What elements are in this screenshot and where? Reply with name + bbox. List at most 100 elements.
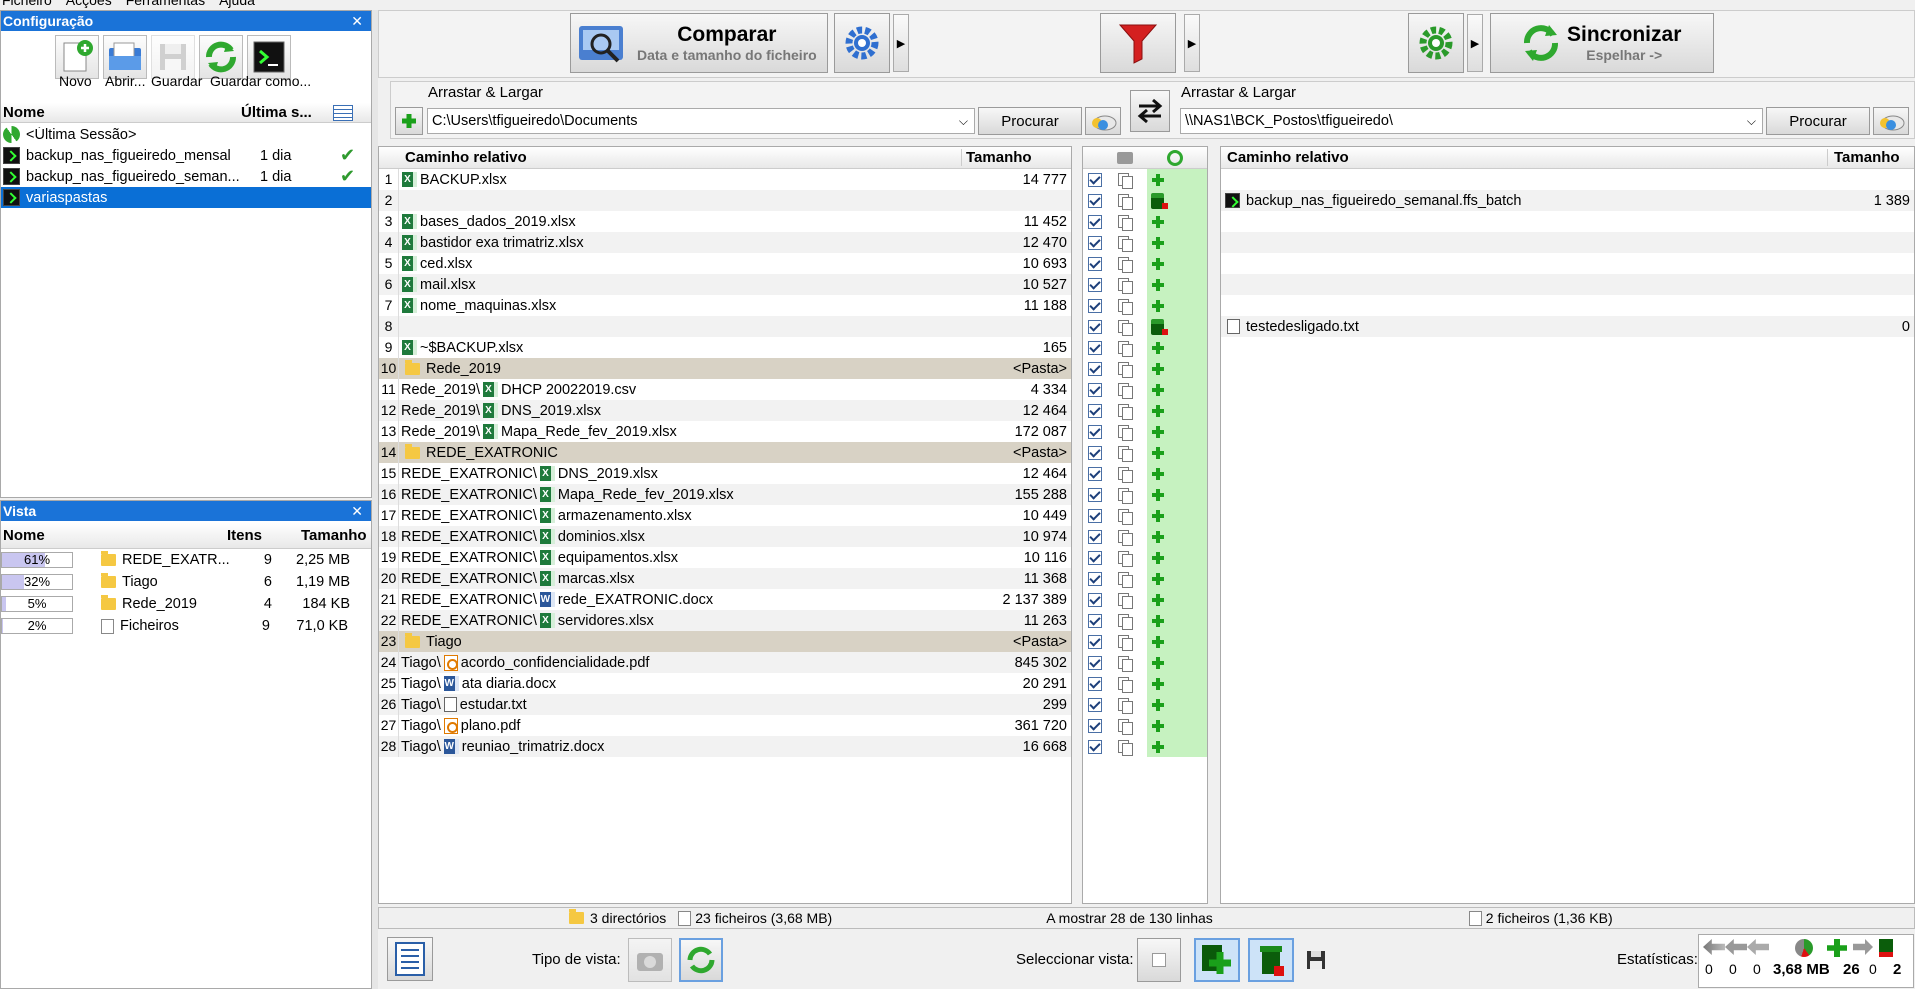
include-checkbox[interactable]: [1088, 508, 1102, 523]
include-checkbox[interactable]: [1088, 529, 1102, 544]
table-row[interactable]: 16 REDE_EXATRONIC\ X Mapa_Rede_fev_2019.xls…: [379, 484, 1071, 505]
table-row[interactable]: [1221, 169, 1914, 190]
include-checkbox[interactable]: [1088, 718, 1102, 733]
create-right-icon[interactable]: [1150, 256, 1166, 272]
create-right-icon[interactable]: [1150, 214, 1166, 230]
menu-ficheiro[interactable]: Ficheiro: [2, 0, 52, 10]
include-checkbox[interactable]: [1088, 550, 1102, 565]
camera-icon[interactable]: [1117, 151, 1133, 164]
table-row[interactable]: 4 Xbastidor exa trimatriz.xlsx 12 470: [379, 232, 1071, 253]
left-folder-input[interactable]: C:\Users\tfigueiredo\Documents ⌵: [427, 108, 975, 134]
close-icon[interactable]: ✕: [351, 11, 363, 31]
compare-menu-arrow[interactable]: ▶: [893, 14, 909, 72]
select-delete-button[interactable]: [1248, 938, 1294, 982]
include-checkbox[interactable]: [1088, 298, 1102, 313]
select-create-button[interactable]: [1194, 938, 1240, 982]
vista-col-size[interactable]: Tamanho: [301, 527, 367, 544]
close-icon[interactable]: ✕: [351, 501, 363, 521]
sync-direction-icon[interactable]: [1167, 149, 1183, 166]
table-row[interactable]: 3 Xbases_dados_2019.xlsx 11 452: [379, 211, 1071, 232]
include-checkbox[interactable]: [1088, 340, 1102, 355]
include-checkbox[interactable]: [1088, 676, 1102, 691]
include-checkbox[interactable]: [1088, 634, 1102, 649]
menu-ajuda[interactable]: Ajuda: [219, 0, 255, 10]
create-right-icon[interactable]: [1150, 697, 1166, 713]
right-col-size[interactable]: Tamanho: [1827, 149, 1900, 166]
left-cloud-button[interactable]: [1085, 107, 1121, 135]
list-view-icon[interactable]: [333, 104, 353, 121]
table-row[interactable]: 24 Tiago\ acordo_confidencialidade.pdf 845 …: [379, 652, 1071, 673]
right-cloud-button[interactable]: [1873, 107, 1909, 135]
table-row[interactable]: 6 Xmail.xlsx 10 527: [379, 274, 1071, 295]
table-row[interactable]: 12 Rede_2019\ X DNS_2019.xlsx 12 464: [379, 400, 1071, 421]
table-row[interactable]: 8: [379, 316, 1071, 337]
include-checkbox[interactable]: [1088, 235, 1102, 250]
create-right-icon[interactable]: [1150, 487, 1166, 503]
compare-button[interactable]: Comparar Data e tamanho do ficheiro: [570, 13, 828, 73]
create-right-icon[interactable]: [1150, 340, 1166, 356]
table-row[interactable]: backup_nas_figueiredo_semanal.ffs_batch 1…: [1221, 190, 1914, 211]
select-equal-button[interactable]: [1137, 938, 1181, 982]
create-right-icon[interactable]: [1150, 508, 1166, 524]
config-list-item[interactable]: variaspastas: [1, 187, 371, 208]
include-checkbox[interactable]: [1088, 193, 1102, 208]
table-row[interactable]: 25 Tiago\ Wata diaria.docx 20 291: [379, 673, 1071, 694]
include-checkbox[interactable]: [1088, 214, 1102, 229]
create-right-icon[interactable]: [1150, 655, 1166, 671]
include-checkbox[interactable]: [1088, 361, 1102, 376]
filter-menu-arrow[interactable]: ▶: [1184, 14, 1200, 72]
table-row[interactable]: 27 Tiago\ plano.pdf 361 720: [379, 715, 1071, 736]
create-right-icon[interactable]: [1150, 550, 1166, 566]
config-view-button[interactable]: [387, 937, 433, 981]
vista-row[interactable]: 32% Tiago 6 1,19 MB: [1, 571, 371, 593]
chevron-down-icon[interactable]: ⌵: [1747, 114, 1756, 129]
table-row[interactable]: 9 X ~$BACKUP.xlsx 165: [379, 337, 1071, 358]
table-row[interactable]: 18 REDE_EXATRONIC\ Xdominios.xlsx 10 974: [379, 526, 1071, 547]
vista-col-name[interactable]: Nome: [1, 527, 227, 544]
create-right-icon[interactable]: [1150, 718, 1166, 734]
create-right-icon[interactable]: [1150, 613, 1166, 629]
create-right-icon[interactable]: [1150, 634, 1166, 650]
include-checkbox[interactable]: [1088, 697, 1102, 712]
swap-sides-button[interactable]: [1130, 90, 1170, 132]
compare-settings-button[interactable]: [834, 13, 890, 73]
include-checkbox[interactable]: [1088, 487, 1102, 502]
include-checkbox[interactable]: [1088, 445, 1102, 460]
create-right-icon[interactable]: [1150, 529, 1166, 545]
create-right-icon[interactable]: [1150, 298, 1166, 314]
chevron-down-icon[interactable]: ⌵: [959, 114, 968, 129]
col-name[interactable]: Nome: [1, 104, 241, 121]
include-checkbox[interactable]: [1088, 655, 1102, 670]
add-folder-pair-button[interactable]: [395, 107, 423, 135]
table-row[interactable]: 13 Rede_2019\ X Mapa_Rede_fev_2019.xlsx 172 …: [379, 421, 1071, 442]
create-right-icon[interactable]: [1150, 172, 1166, 188]
create-right-icon[interactable]: [1150, 403, 1166, 419]
create-right-icon[interactable]: [1150, 571, 1166, 587]
table-row[interactable]: 14 REDE_EXATRONIC <Pasta>: [379, 442, 1071, 463]
create-right-icon[interactable]: [1150, 445, 1166, 461]
save-view-button[interactable]: [1304, 948, 1328, 972]
table-row[interactable]: 23 Tiago <Pasta>: [379, 631, 1071, 652]
include-checkbox[interactable]: [1088, 382, 1102, 397]
right-folder-input[interactable]: \\NAS1\BCK_Postos\tfigueiredo\ ⌵: [1180, 108, 1763, 134]
config-list-item[interactable]: backup_nas_figueiredo_seman... 1 dia ✔: [1, 166, 371, 187]
table-row[interactable]: [1221, 274, 1914, 295]
table-row[interactable]: 20 REDE_EXATRONIC\ Xmarcas.xlsx 11 368: [379, 568, 1071, 589]
table-row[interactable]: 11 Rede_2019\ X DHCP 20022019.csv 4 334: [379, 379, 1071, 400]
table-row[interactable]: 17 REDE_EXATRONIC\ Xarmazenamento.xlsx 10 4…: [379, 505, 1071, 526]
table-row[interactable]: [1221, 211, 1914, 232]
synchronize-button[interactable]: Sincronizar Espelhar ->: [1490, 13, 1714, 73]
table-row[interactable]: [1221, 253, 1914, 274]
menu-accoes[interactable]: Acções: [66, 0, 112, 10]
col-last-sync[interactable]: Última s...: [241, 104, 321, 121]
table-row[interactable]: 7 Xnome_maquinas.xlsx 11 188: [379, 295, 1071, 316]
create-right-icon[interactable]: [1150, 466, 1166, 482]
include-checkbox[interactable]: [1088, 466, 1102, 481]
include-checkbox[interactable]: [1088, 172, 1102, 187]
include-checkbox[interactable]: [1088, 319, 1102, 334]
table-row[interactable]: 1 X BACKUP.xlsx 14 777: [379, 169, 1071, 190]
right-col-path[interactable]: Caminho relativo: [1221, 149, 1827, 166]
vista-row[interactable]: 5% Rede_2019 4 184 KB: [1, 593, 371, 615]
sync-settings-button[interactable]: [1408, 13, 1464, 73]
create-right-icon[interactable]: [1150, 361, 1166, 377]
